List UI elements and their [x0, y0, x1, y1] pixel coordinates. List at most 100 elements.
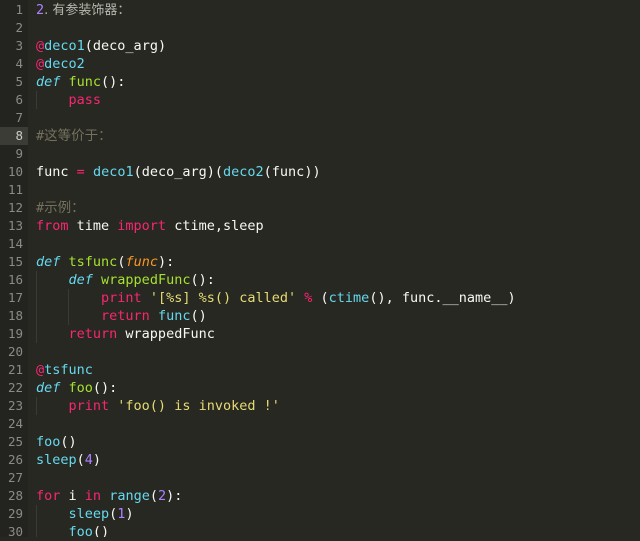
line-number[interactable]: 21 [0, 361, 28, 379]
line-number[interactable]: 2 [0, 19, 28, 37]
code-line[interactable] [36, 19, 640, 37]
code-line[interactable]: sleep(4) [36, 451, 640, 469]
code-line[interactable]: print 'foo() is invoked !' [36, 397, 640, 415]
line-number[interactable]: 25 [0, 433, 28, 451]
code-line[interactable]: def tsfunc(func): [36, 253, 640, 271]
code-token: tsfunc [44, 362, 93, 378]
code-line[interactable]: return func() [36, 307, 640, 325]
line-number[interactable]: 23 [0, 397, 28, 415]
line-number[interactable]: 15 [0, 253, 28, 271]
line-number[interactable]: 9 [0, 145, 28, 163]
code-editor[interactable]: 1 2 3 4 5 6 7 8 9 10 11 12 13 14 15 16 17 18 19 20 21 22 23 24 2… [0, 0, 640, 539]
code-line[interactable] [36, 145, 640, 163]
line-number[interactable]: 11 [0, 181, 28, 199]
code-token: # [36, 128, 45, 144]
code-token: time [68, 218, 118, 234]
code-token: ( [149, 488, 158, 504]
code-token: 这等价于： [44, 128, 112, 144]
line-number[interactable]: 27 [0, 469, 28, 487]
code-token: in [84, 488, 102, 504]
line-number[interactable]: 17 [0, 289, 28, 307]
code-token: @ [36, 362, 45, 378]
code-line[interactable]: #这等价于： [36, 127, 640, 145]
code-token: def [68, 272, 93, 288]
code-token: '[%s] %s() called' [149, 290, 297, 306]
code-token: () [92, 524, 110, 537]
code-token: 4 [84, 452, 93, 468]
code-token: func.__name__ [401, 290, 508, 306]
line-number[interactable]: 3 [0, 37, 28, 55]
code-token: print [68, 398, 110, 414]
line-number[interactable]: 12 [0, 199, 28, 217]
code-token: deco1 [44, 38, 85, 54]
code-line[interactable]: #示例： [36, 199, 640, 217]
code-token: foo [36, 434, 61, 450]
line-number[interactable]: 13 [0, 217, 28, 235]
line-number[interactable]: 26 [0, 451, 28, 469]
code-line[interactable]: func = deco1(deco_arg)(deco2(func)) [36, 163, 640, 181]
code-token: )) [304, 164, 321, 180]
code-token: @ [36, 38, 45, 54]
code-line[interactable] [36, 235, 640, 253]
code-line[interactable]: 2. 有参装饰器： [36, 1, 640, 19]
code-token: func [157, 308, 191, 324]
code-line[interactable]: sleep(1) [36, 505, 640, 523]
code-token: for [36, 488, 61, 504]
code-line[interactable]: def func(): [36, 73, 640, 91]
line-number[interactable]: 14 [0, 235, 28, 253]
code-line[interactable]: def wrappedFunc(): [36, 271, 640, 289]
line-number[interactable]: 7 [0, 109, 28, 127]
line-number[interactable]: 4 [0, 55, 28, 73]
code-token: def [36, 74, 61, 90]
line-number[interactable]: 19 [0, 325, 28, 343]
code-token: ) [157, 38, 167, 54]
code-token: ( [312, 290, 329, 306]
code-line[interactable] [36, 343, 640, 361]
line-number[interactable]: 6 [0, 91, 28, 109]
line-number[interactable]: 20 [0, 343, 28, 361]
code-line[interactable] [36, 181, 640, 199]
code-line[interactable] [36, 469, 640, 487]
line-number[interactable]: 28 [0, 487, 28, 505]
code-line[interactable]: print '[%s] %s() called' % (ctime(), fun… [36, 289, 640, 307]
code-line[interactable]: @deco1(deco_arg) [36, 37, 640, 55]
code-token: deco1 [92, 164, 134, 180]
code-token: def [36, 380, 61, 396]
code-token: foo [68, 524, 93, 537]
code-line[interactable]: return wrappedFunc [36, 325, 640, 343]
line-number[interactable]: 30 [0, 523, 28, 541]
line-number[interactable]: 1 [0, 1, 28, 19]
line-number[interactable]: 16 [0, 271, 28, 289]
line-number[interactable]: 10 [0, 163, 28, 181]
code-content-area[interactable]: 2. 有参装饰器： @deco1(deco_arg) @deco2 def func… [28, 0, 640, 537]
line-number[interactable]: 29 [0, 505, 28, 523]
code-token: (): [101, 74, 126, 90]
code-token: ctime,sleep [166, 218, 264, 234]
line-number[interactable]: 8 [0, 127, 28, 145]
code-line[interactable]: foo() [36, 523, 640, 537]
code-line[interactable]: for i in range(2): [36, 487, 640, 505]
code-line[interactable]: @deco2 [36, 55, 640, 73]
line-number[interactable]: 22 [0, 379, 28, 397]
line-number[interactable]: 5 [0, 73, 28, 91]
line-number[interactable]: 18 [0, 307, 28, 325]
code-token: i [60, 488, 85, 504]
code-line[interactable]: from time import ctime,sleep [36, 217, 640, 235]
code-line[interactable] [36, 109, 640, 127]
code-token: 有参装饰器： [52, 3, 131, 18]
code-line[interactable]: foo() [36, 433, 640, 451]
code-line[interactable]: def foo(): [36, 379, 640, 397]
line-number-gutter[interactable]: 1 2 3 4 5 6 7 8 9 10 11 12 13 14 15 16 17 18 19 20 21 22 23 24 2… [0, 0, 28, 539]
code-line[interactable]: @tsfunc [36, 361, 640, 379]
code-token: (): [92, 380, 118, 396]
code-line[interactable] [36, 415, 640, 433]
code-line[interactable]: pass [36, 91, 640, 109]
line-number[interactable]: 24 [0, 415, 28, 433]
